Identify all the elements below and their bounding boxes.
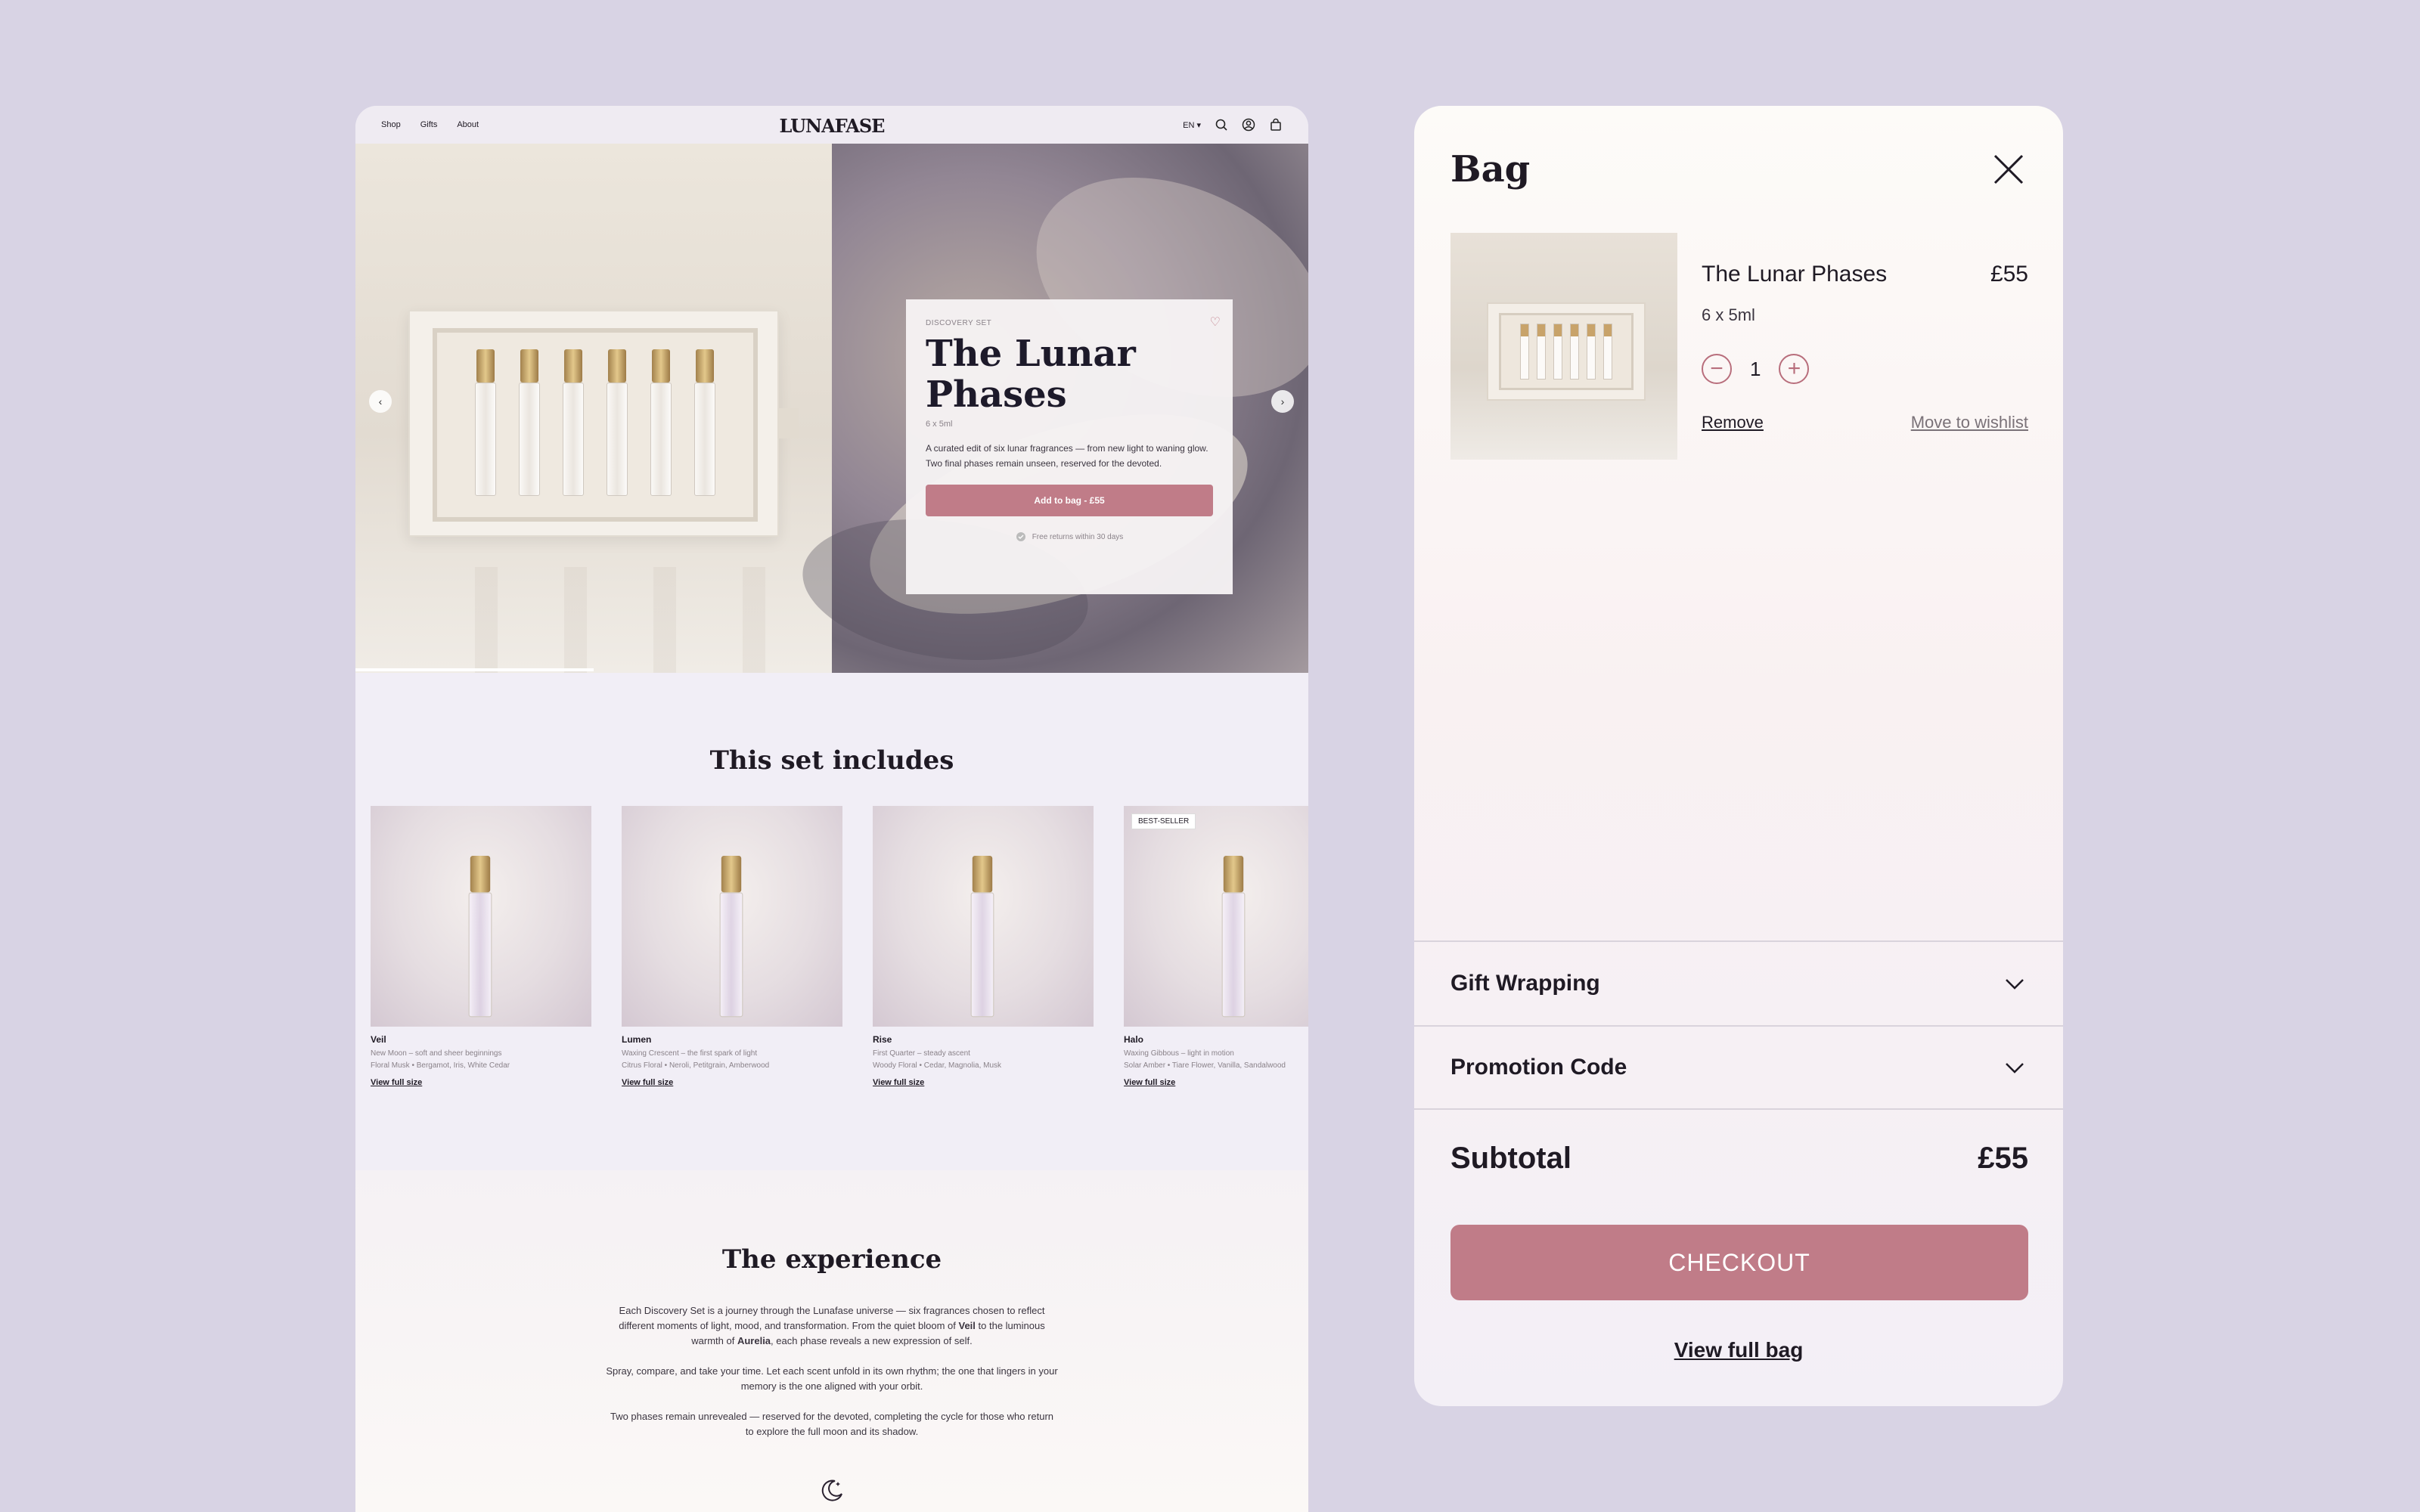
brand-logo[interactable]: LUNAFASE <box>780 115 886 137</box>
view-full-size-link[interactable]: View full size <box>1124 1078 1308 1087</box>
product-name: Lumen <box>622 1034 652 1045</box>
product-details-card: ♡ DISCOVERY SET The Lunar Phases 6 x 5ml… <box>906 299 1233 594</box>
experience-paragraph-2: Spray, compare, and take your time. Let … <box>606 1365 1058 1392</box>
bag-item-price: £55 <box>1990 262 2028 287</box>
bag-title: Bag <box>1450 148 1531 191</box>
hero-gallery: ‹ › ♡ DISCOVERY SET The Lunar Phases 6 x… <box>355 134 1308 677</box>
subtotal-value: £55 <box>1978 1142 2028 1175</box>
product-name: Halo <box>1124 1034 1144 1045</box>
chevron-down-icon <box>2006 979 2024 990</box>
bag-item-variant: 6 x 5ml <box>1702 305 1755 324</box>
bag-drawer: Bag The Lunar Phases £55 6 x 5ml − 1 + R… <box>1414 106 2063 1406</box>
product-image[interactable] <box>371 806 591 1027</box>
move-to-wishlist-link[interactable]: Move to wishlist <box>1911 413 2028 432</box>
quantity-value: 1 <box>1750 357 1761 380</box>
carousel-progress <box>355 668 594 671</box>
product-notes: Floral Musk • Bergamot, Iris, White Ceda… <box>371 1061 510 1070</box>
best-seller-badge: BEST-SELLER <box>1131 813 1196 829</box>
product-notes: Woody Floral • Cedar, Magnolia, Musk <box>873 1061 1002 1070</box>
chevron-down-icon <box>2006 1063 2024 1074</box>
view-full-size-link[interactable]: View full size <box>371 1078 591 1087</box>
nav-link-shop[interactable]: Shop <box>381 120 401 129</box>
product-card-rise[interactable]: Rise First Quarter – steady ascent Woody… <box>873 806 1094 1087</box>
increase-quantity-button[interactable]: + <box>1779 354 1810 384</box>
gift-box-image <box>408 310 779 537</box>
product-card-lumen[interactable]: Lumen Waxing Crescent – the first spark … <box>622 806 842 1087</box>
language-label: EN <box>1183 120 1195 130</box>
product-phase: Waxing Gibbous – light in motion <box>1124 1049 1234 1058</box>
set-includes-title: This set includes <box>709 745 954 776</box>
carousel-prev-button[interactable]: ‹ <box>369 390 392 413</box>
promotion-code-label: Promotion Code <box>1450 1055 1627 1080</box>
product-size: 6 x 5ml <box>926 420 953 429</box>
product-card-halo[interactable]: BEST-SELLER Halo Waxing Gibbous – light … <box>1124 806 1308 1087</box>
product-name: Rise <box>873 1034 892 1045</box>
product-phase: New Moon – soft and sheer beginnings <box>371 1049 502 1058</box>
shield-icon <box>1016 532 1025 541</box>
bag-icon[interactable] <box>1269 118 1283 132</box>
product-phase: Waxing Crescent – the first spark of lig… <box>622 1049 758 1058</box>
returns-text: Free returns within 30 days <box>1032 532 1124 541</box>
subtotal-row: Subtotal £55 <box>1450 1142 2028 1176</box>
product-name: Veil <box>371 1034 386 1045</box>
search-icon[interactable] <box>1215 118 1228 132</box>
product-card-veil[interactable]: Veil New Moon – soft and sheer beginning… <box>371 806 591 1087</box>
product-title: The Lunar Phases <box>926 333 1136 416</box>
subtotal-label: Subtotal <box>1450 1142 1571 1175</box>
experience-section: The experience Each Discovery Set is a j… <box>355 1170 1308 1512</box>
product-list: Veil New Moon – soft and sheer beginning… <box>371 806 1308 1087</box>
hero-image-box <box>355 144 832 673</box>
product-image[interactable] <box>622 806 842 1027</box>
view-full-bag-link[interactable]: View full bag <box>1414 1338 2063 1362</box>
top-navigation: Shop Gifts About LUNAFASE EN ▾ <box>355 106 1308 144</box>
nav-link-about[interactable]: About <box>457 120 479 129</box>
close-icon[interactable] <box>1990 151 2027 187</box>
heart-icon[interactable]: ♡ <box>1210 314 1221 330</box>
remove-item-link[interactable]: Remove <box>1702 413 1764 432</box>
decrease-quantity-button[interactable]: − <box>1702 354 1732 384</box>
product-phase: First Quarter – steady ascent <box>873 1049 970 1058</box>
view-full-size-link[interactable]: View full size <box>622 1078 842 1087</box>
bag-item-name[interactable]: The Lunar Phases <box>1702 262 1887 287</box>
product-notes: Solar Amber • Tiare Flower, Vanilla, San… <box>1124 1061 1286 1070</box>
minus-icon: − <box>1710 356 1723 381</box>
product-image[interactable] <box>873 806 1094 1027</box>
add-to-bag-button[interactable]: Add to bag - £55 <box>926 485 1213 516</box>
plus-icon: + <box>1787 356 1801 381</box>
chevron-right-icon: › <box>1280 395 1285 407</box>
product-image[interactable]: BEST-SELLER <box>1124 806 1308 1027</box>
gift-wrapping-label: Gift Wrapping <box>1450 971 1600 996</box>
promotion-code-accordion[interactable]: Promotion Code <box>1414 1025 2063 1110</box>
account-icon[interactable] <box>1242 118 1255 132</box>
chevron-left-icon: ‹ <box>378 395 383 407</box>
product-eyebrow: DISCOVERY SET <box>926 319 992 327</box>
nav-link-gifts[interactable]: Gifts <box>420 120 438 129</box>
returns-note: Free returns within 30 days <box>926 531 1213 542</box>
gift-wrapping-accordion[interactable]: Gift Wrapping <box>1414 940 2063 1025</box>
experience-title: The experience <box>721 1244 942 1275</box>
language-selector[interactable]: EN ▾ <box>1183 120 1201 130</box>
experience-paragraph-1: Each Discovery Set is a journey through … <box>619 1305 1045 1346</box>
product-notes: Citrus Floral • Neroli, Petitgrain, Ambe… <box>622 1061 770 1070</box>
view-full-size-link[interactable]: View full size <box>873 1078 1094 1087</box>
product-page-preview: Shop Gifts About LUNAFASE EN ▾ ‹ › ♡ DIS… <box>355 106 1308 1512</box>
quantity-stepper: − 1 + <box>1702 354 1810 384</box>
product-description: A curated edit of six lunar fragrances —… <box>926 443 1208 469</box>
carousel-next-button[interactable]: › <box>1271 390 1294 413</box>
checkout-button[interactable]: CHECKOUT <box>1450 1225 2028 1300</box>
experience-paragraph-3: Two phases remain unrevealed — reserved … <box>610 1411 1054 1437</box>
experience-text: Each Discovery Set is a journey through … <box>605 1303 1059 1455</box>
moon-icon <box>821 1479 842 1501</box>
bag-item-image[interactable] <box>1450 233 1677 460</box>
